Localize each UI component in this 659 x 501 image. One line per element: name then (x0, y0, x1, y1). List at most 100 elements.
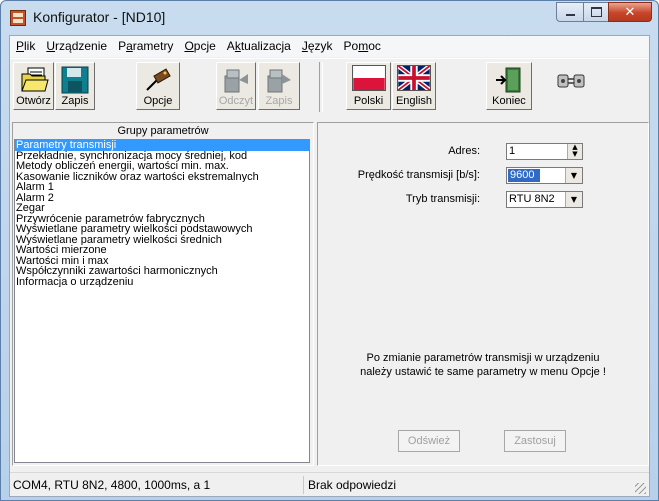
info-line-2: należy ustawić te same parametry w menu … (360, 366, 606, 378)
main-area: Grupy parametrów Parametry transmisji Pr… (10, 118, 649, 468)
transmission-settings-panel: Adres: 1 ▲ ▼ Prędkość transmisji [b/s]: 9… (317, 122, 649, 466)
menu-jezyk[interactable]: Język (296, 36, 338, 57)
refresh-button[interactable]: Odśwież (398, 430, 460, 452)
floppy-disk-icon (61, 66, 89, 94)
write-device-icon (267, 69, 291, 93)
open-button[interactable]: Otwórz (13, 62, 54, 110)
application-window: Konfigurator - [ND10] ✕ Plik Urządzenie … (0, 0, 659, 501)
polish-language-button[interactable]: Polski (346, 62, 391, 110)
menu-aktualizacja[interactable]: Aktualizacja (221, 36, 296, 57)
menu-accel: U (46, 39, 56, 53)
list-item[interactable]: Parametry transmisji (15, 140, 309, 151)
list-item[interactable]: Alarm 1 (15, 182, 309, 193)
title-bar[interactable]: Konfigurator - [ND10] ✕ (1, 1, 658, 35)
open-label: Otwórz (16, 95, 51, 107)
menu-accel: O (184, 39, 194, 53)
window-title: Konfigurator - [ND10] (33, 9, 166, 25)
list-item[interactable]: Metody obliczeń energii, wartości min. m… (15, 161, 309, 172)
exit-label: Koniec (492, 95, 526, 107)
status-connection: COM4, RTU 8N2, 4800, 1000ms, a 1 (10, 476, 304, 494)
connection-button[interactable] (551, 62, 591, 110)
minimize-icon (565, 14, 575, 16)
menu-accel: P (16, 39, 25, 53)
menu-opcje[interactable]: Opcje (178, 36, 220, 57)
english-language-button[interactable]: English (392, 62, 436, 110)
close-icon: ✕ (624, 4, 636, 20)
spinner-arrows-icon[interactable]: ▲ ▼ (567, 144, 582, 159)
menu-label: tualizacja (240, 39, 291, 53)
address-value: 1 (509, 145, 516, 157)
menu-plik[interactable]: Plik (10, 36, 40, 57)
maximize-icon (590, 7, 602, 17)
menu-label: lik (24, 39, 36, 53)
status-response: Brak odpowiedzi (308, 478, 397, 492)
baud-rate-select[interactable]: 9600 ▼ (506, 167, 583, 184)
list-item[interactable]: Przywrócenie parametrów fabrycznych (15, 214, 309, 225)
client-area: Plik Urządzenie Parametry Opcje Aktualiz… (9, 35, 650, 497)
list-item[interactable]: Wyświetlane parametry wielkości średnich (15, 235, 309, 246)
save-button[interactable]: Zapis (55, 62, 95, 110)
read-button[interactable]: Odczyt (216, 62, 256, 110)
english-label: English (395, 95, 433, 107)
toolbar-separator (319, 62, 323, 112)
menu-urzadzenie[interactable]: Urządzenie (40, 36, 112, 57)
menu-parametry[interactable]: Parametry (112, 36, 178, 57)
minimize-button[interactable] (556, 2, 584, 22)
parameter-groups-list[interactable]: Parametry transmisji Przekładnie, synchr… (14, 139, 310, 463)
write-label: Zapis (265, 95, 293, 107)
info-line-1: Po zmianie parametrów transmisji w urząd… (366, 352, 600, 364)
uk-flag-icon (397, 65, 431, 91)
options-button[interactable]: Opcje (136, 62, 180, 110)
parameter-groups-panel: Grupy parametrów Parametry transmisji Pr… (12, 122, 314, 466)
menu-label: pcje (193, 39, 216, 53)
menu-label: P (118, 39, 127, 53)
close-button[interactable]: ✕ (608, 2, 652, 22)
save-label: Zapis (61, 95, 89, 107)
read-device-icon (224, 69, 248, 93)
menu-label: A (226, 39, 235, 53)
list-item[interactable]: Wartości min i max (15, 256, 309, 267)
list-item[interactable]: Przekładnie, synchronizacja mocy średnie… (15, 151, 309, 162)
connection-plugs-icon (557, 74, 585, 88)
write-button[interactable]: Zapis (258, 62, 300, 110)
exit-door-icon (496, 67, 521, 93)
folder-open-icon (20, 67, 49, 92)
menu-pomoc[interactable]: Pomoc (338, 36, 386, 57)
status-bar: COM4, RTU 8N2, 4800, 1000ms, a 1 Brak od… (10, 472, 649, 496)
menu-label: rządzenie (55, 39, 108, 53)
chevron-down-icon[interactable]: ▼ (565, 192, 582, 207)
app-icon[interactable] (10, 10, 26, 26)
list-item[interactable]: Kasowanie liczników oraz wartości ekstre… (15, 172, 309, 183)
list-item[interactable]: Alarm 2 (15, 193, 309, 204)
maximize-button[interactable] (583, 2, 609, 22)
address-label: Adres: (448, 145, 480, 157)
read-label: Odczyt (218, 95, 254, 107)
parameter-groups-title: Grupy parametrów (117, 125, 209, 137)
baud-rate-label: Prędkość transmisji [b/s]: (357, 169, 480, 181)
transmission-mode-select[interactable]: RTU 8N2 ▼ (506, 191, 583, 208)
menu-bar: Plik Urządzenie Parametry Opcje Aktualiz… (10, 36, 649, 57)
info-message: Po zmianie parametrów transmisji w urząd… (318, 351, 648, 379)
polish-flag-icon (351, 65, 386, 91)
baud-rate-value: 9600 (508, 169, 541, 182)
menu-label: oc (368, 39, 381, 53)
address-spinner[interactable]: 1 ▲ ▼ (506, 143, 583, 160)
device-cable-icon (146, 68, 171, 91)
list-item[interactable]: Wartości mierzone (15, 245, 309, 256)
list-item[interactable]: Zegar (15, 203, 309, 214)
list-item[interactable]: Informacja o urządzeniu (15, 277, 309, 288)
menu-accel: a (126, 39, 133, 53)
transmission-mode-label: Tryb transmisji: (405, 193, 480, 205)
options-label: Opcje (143, 95, 173, 107)
apply-button[interactable]: Zastosuj (504, 430, 566, 452)
toolbar: Otwórz Zapis Opcje Odczyt Zapis Polski E… (10, 58, 649, 117)
resize-grip-icon[interactable] (635, 483, 646, 494)
menu-label: ęzyk (307, 39, 333, 53)
exit-button[interactable]: Koniec (486, 62, 532, 110)
chevron-down-icon[interactable]: ▼ (565, 168, 582, 183)
list-item[interactable]: Współczynniki zawartości harmonicznych (15, 266, 309, 277)
polish-label: Polski (353, 95, 384, 107)
menu-label: Po (343, 39, 359, 53)
menu-accel: m (358, 39, 369, 53)
list-item[interactable]: Wyświetlane parametry wielkości podstawo… (15, 224, 309, 235)
